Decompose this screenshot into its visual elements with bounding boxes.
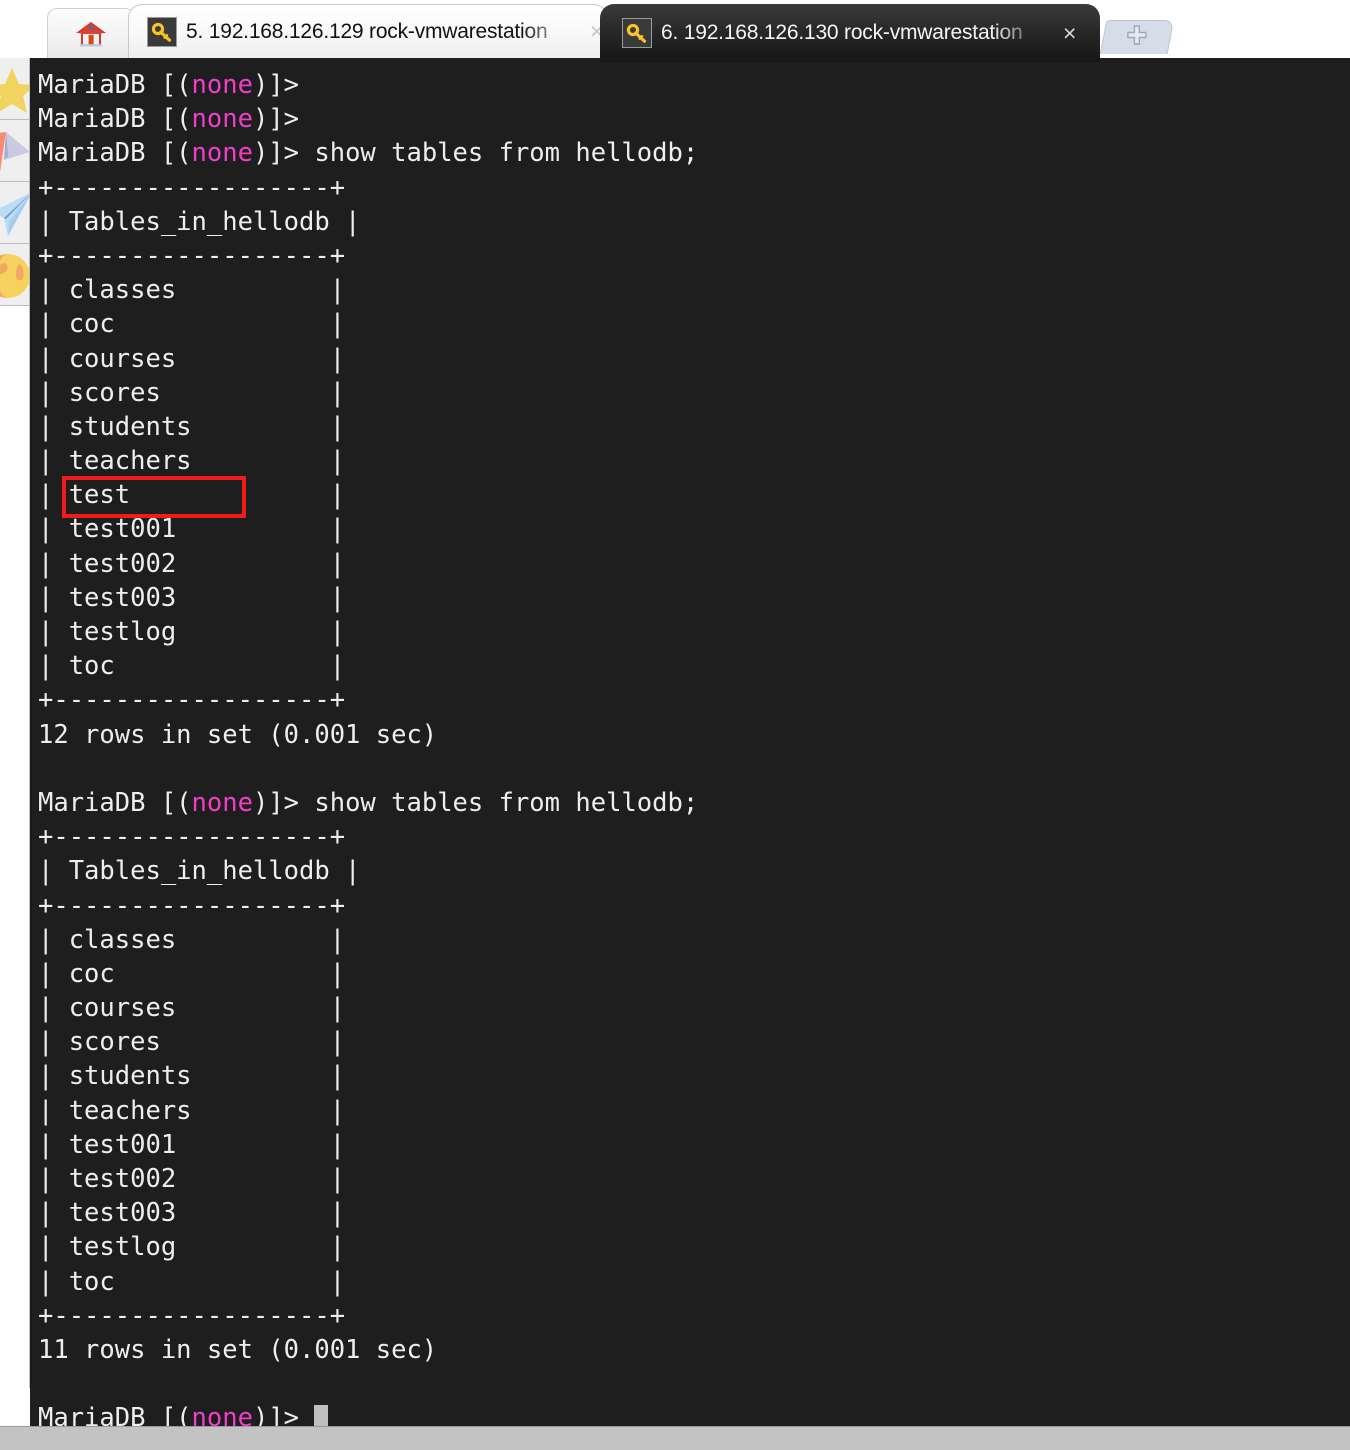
terminal-output-line: +------------------+ [38,1300,346,1331]
key-icon [147,16,177,47]
terminal-output-line: | scores | [38,1027,346,1058]
terminal-output-line: +------------------+ [38,240,346,271]
terminal-output-area[interactable]: MariaDB [(none)]> MariaDB [(none)]> Mari… [30,58,1350,1426]
sidebar-item-pink-plane[interactable] [0,120,29,182]
terminal-output-line: | test001 | [38,1129,346,1160]
terminal-output-line: | classes | [38,275,346,306]
terminal-output-line: +------------------+ [38,822,346,853]
tab-bar: 5. 192.168.126.129 rock-vmwarestation × … [0,0,1350,62]
terminal-output-line: | testlog | [38,1232,346,1263]
prompt-db-name: none [191,70,253,100]
terminal-output-line: +------------------+ [38,685,346,716]
tab-192-168-126-129[interactable]: 5. 192.168.126.129 rock-vmwarestation × [128,4,608,58]
text-cursor [314,1405,329,1426]
plus-icon [1125,23,1149,52]
terminal-output-line: | teachers | [38,1095,346,1126]
terminal-output-line: | Tables_in_hellodb | [38,206,361,237]
prompt-db-name: none [191,787,253,818]
terminal-active-prompt-line: MariaDB [(none)]> [38,1401,1350,1426]
terminal-prompt-line: MariaDB [(none)]> [38,70,315,100]
terminal-output-line: +------------------+ [38,172,346,203]
terminal-output-line: | coc | [38,309,346,340]
terminal-output-line: | test002 | [38,548,346,579]
prompt-db-name: none [191,1403,253,1426]
sidebar-item-favorites[interactable] [0,58,29,120]
terminal-command-text: show tables from hellodb; [314,787,699,818]
key-icon [622,18,652,48]
close-icon[interactable]: × [1063,21,1076,45]
terminal-output-line: | toc | [38,1266,346,1297]
terminal-output-line: +------------------+ [38,890,346,921]
tab-label: 5. 192.168.126.129 rock-vmwarestation [186,19,548,43]
terminal-command-line: MariaDB [(none)]> show tables from hello… [38,138,699,169]
terminal-output-line: 12 rows in set (0.001 sec) [38,719,438,750]
tab-label: 6. 192.168.126.130 rock-vmwarestation [661,21,1023,44]
terminal-lines: MariaDB [(none)]> MariaDB [(none)]> Mari… [38,68,1350,1426]
prompt-db-name: none [191,104,253,135]
terminal-output-line: | students | [38,1061,346,1092]
sidebar-item-globe[interactable] [0,244,29,306]
sidebar-item-blue-plane[interactable] [0,182,29,244]
terminal-command-line: MariaDB [(none)]> show tables from hello… [38,787,699,818]
home-tab[interactable] [47,8,135,58]
terminal-window: 5. 192.168.126.129 rock-vmwarestation × … [0,0,1350,1450]
terminal-output-line: | Tables_in_hellodb | [38,856,361,887]
terminal-output-line: | test | [38,480,346,511]
home-icon [74,17,108,51]
terminal-output-line: | test001 | [38,514,346,545]
tab-192-168-126-130[interactable]: 6. 192.168.126.130 rock-vmwarestation × [600,4,1100,62]
terminal-output-line: | courses | [38,343,346,374]
terminal-output-line: | classes | [38,924,346,955]
sidebar [0,58,30,1388]
terminal-output-line: | test003 | [38,582,346,613]
terminal-output-line: | coc | [38,958,346,989]
terminal-output-line: | test002 | [38,1164,346,1194]
terminal-output-line: | teachers | [38,446,346,477]
terminal-prompt-line: MariaDB [(none)]> [38,104,315,135]
terminal-output-line: | toc | [38,651,346,682]
terminal-command-text: show tables from hellodb; [314,138,699,169]
sidebar-empty-area [0,306,29,1306]
terminal-output-line: | test003 | [38,1198,346,1229]
new-tab-button[interactable] [1099,20,1175,54]
terminal-output-line: 11 rows in set (0.001 sec) [38,1334,438,1365]
terminal-output-line: | testlog | [38,617,346,647]
terminal-output-line: | scores | [38,377,346,408]
terminal-output-line: | students | [38,411,346,442]
terminal-output-line: | courses | [38,993,346,1024]
prompt-db-name: none [191,138,253,169]
bottom-status-bar [0,1426,1350,1450]
